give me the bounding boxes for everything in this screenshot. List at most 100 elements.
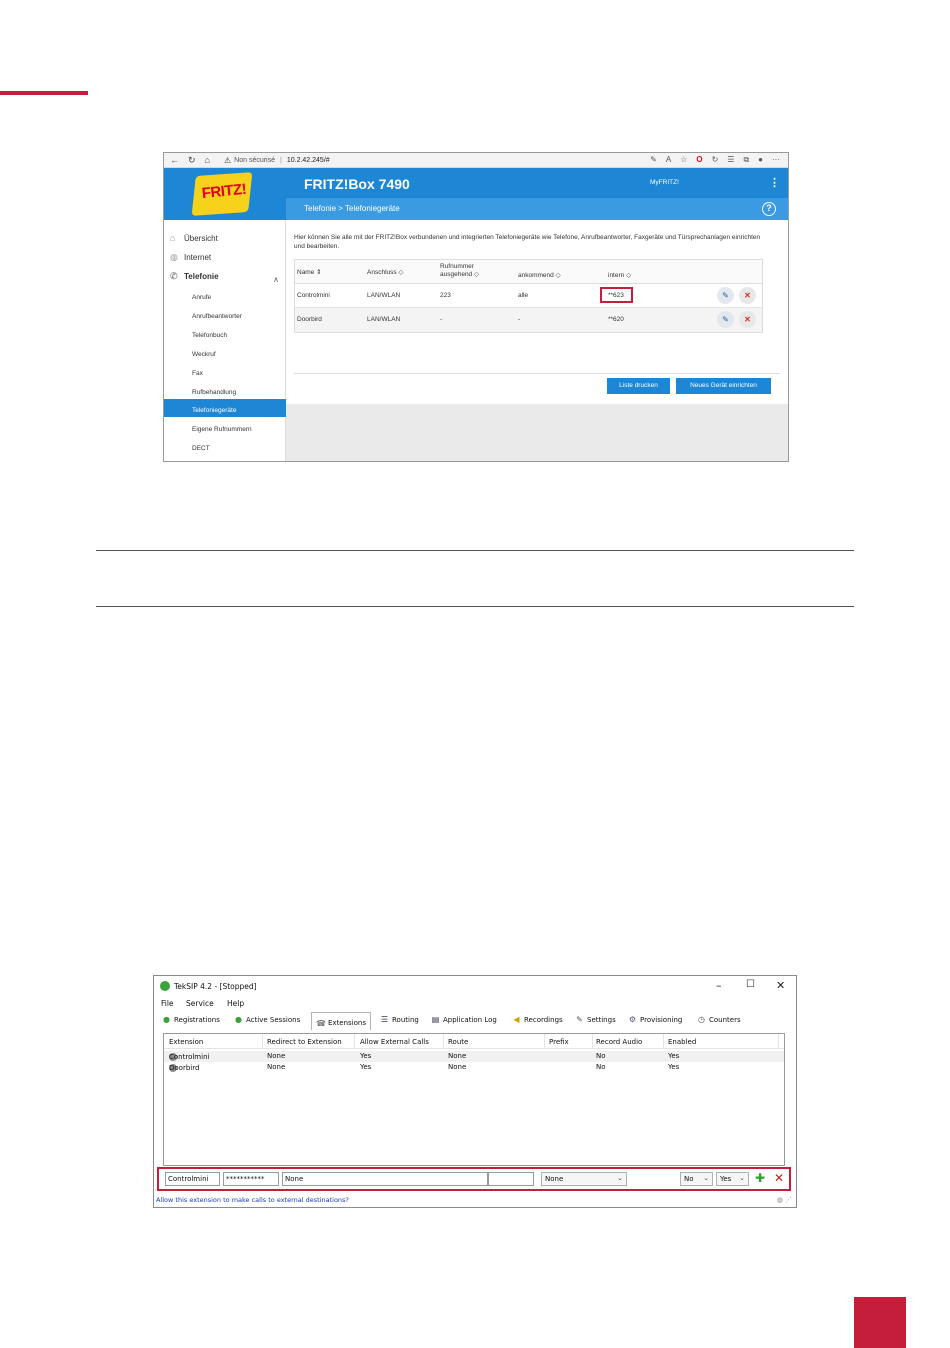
sidebar-item-telefonie[interactable]: ✆ Telefonie xyxy=(170,271,219,282)
settings-icon: ✎ xyxy=(576,1015,583,1024)
sidebar-item-internet[interactable]: ◍ Internet xyxy=(170,252,211,263)
highlight-box xyxy=(600,287,633,303)
minimize-button[interactable]: – xyxy=(716,979,722,992)
edit-icon[interactable]: ✎ xyxy=(717,287,734,304)
cell-ausgehend: 223 xyxy=(440,292,451,299)
routing-icon: ☰ xyxy=(380,1015,389,1024)
edit-icon[interactable]: ✎ xyxy=(717,311,734,328)
col-redirect[interactable]: Redirect to Extension xyxy=(267,1038,342,1046)
menu-help[interactable]: Help xyxy=(227,999,244,1008)
sidebar-subitem-eigene-rufnummern[interactable]: Eigene Rufnummern xyxy=(192,426,252,433)
sidebar-subitem-telefonbuch[interactable]: Telefonbuch xyxy=(192,332,227,339)
breadcrumb-text: Telefonie > Telefoniegeräte xyxy=(304,204,400,213)
tab-settings[interactable]: ✎ Settings xyxy=(575,1015,616,1024)
sidebar-subitem-telefoniegeraete[interactable]: Telefoniegeräte xyxy=(192,407,236,414)
table-row[interactable]: Controlmini None Yes None No Yes xyxy=(164,1051,784,1062)
favorite-icon[interactable]: ☆ xyxy=(680,155,687,165)
table-row[interactable]: Controlmini LAN/WLAN 223 alle **623 ✎ ✕ xyxy=(295,284,762,308)
col-name[interactable]: Name ⇕ xyxy=(297,268,322,276)
provisioning-icon: ⚙ xyxy=(628,1015,637,1024)
col-extension[interactable]: Extension xyxy=(169,1038,203,1046)
sidebar-item-uebersicht[interactable]: ⌂ Übersicht xyxy=(170,233,218,243)
more-icon[interactable]: ··· xyxy=(772,155,780,165)
cell-anschluss: LAN/WLAN xyxy=(367,316,401,323)
print-list-button[interactable]: Liste drucken xyxy=(607,378,670,394)
fritz-logo[interactable]: FRITZ! xyxy=(164,168,286,220)
speaker-icon: ◀ xyxy=(513,1015,520,1024)
home-icon[interactable]: ⌂ xyxy=(205,155,210,166)
app-icon xyxy=(160,981,170,991)
extensions-list: Extension Redirect to Extension Allow Ex… xyxy=(163,1033,785,1166)
address-separator: | xyxy=(280,156,282,164)
col-enabled[interactable]: Enabled xyxy=(668,1038,696,1046)
tab-routing[interactable]: ☰ Routing xyxy=(380,1015,419,1024)
back-icon[interactable]: ← xyxy=(170,155,179,166)
delete-icon[interactable]: ✕ xyxy=(774,1171,784,1185)
route-select[interactable]: None ⌄ xyxy=(541,1172,627,1186)
tab-provisioning[interactable]: ⚙ Provisioning xyxy=(628,1015,682,1024)
menu-file[interactable]: File xyxy=(161,999,174,1008)
chevron-up-icon[interactable]: ∧ xyxy=(273,275,279,284)
favorites-list-icon[interactable]: ☰ xyxy=(727,155,734,165)
window-titlebar: TekSIP 4.2 - [Stopped] – ☐ ✕ xyxy=(154,976,796,998)
close-button[interactable]: ✕ xyxy=(776,979,785,992)
tab-extensions[interactable]: ☎ Extensions xyxy=(311,1012,372,1030)
tab-recordings[interactable]: ◀ Recordings xyxy=(512,1015,562,1024)
col-route[interactable]: Route xyxy=(448,1038,468,1046)
sidebar-subitem-rufbehandlung[interactable]: Rufbehandlung xyxy=(192,389,236,396)
col-prefix[interactable]: Prefix xyxy=(549,1038,569,1046)
enabled-select[interactable]: Yes ⌄ xyxy=(716,1172,749,1186)
tab-application-log[interactable]: ▤ Application Log xyxy=(431,1015,497,1024)
reload-icon[interactable]: ↻ xyxy=(188,155,196,166)
extensions-icon: ☎ xyxy=(316,1018,326,1028)
sidebar-subitem-anrufbeantworter[interactable]: Anrufbeantworter xyxy=(192,313,242,320)
sidebar-subitem-fax[interactable]: Fax xyxy=(192,370,203,377)
sort-icon: ◇ xyxy=(555,272,561,279)
opera-icon[interactable]: O xyxy=(696,155,702,165)
teksip-screenshot: TekSIP 4.2 - [Stopped] – ☐ ✕ File Servic… xyxy=(153,975,797,1208)
col-rufnummer-ausgehend[interactable]: Rufnummer ausgehend ◇ xyxy=(440,263,479,279)
sidebar-subitem-anrufe[interactable]: Anrufe xyxy=(192,294,211,301)
sidebar-subitem-dect[interactable]: DECT xyxy=(192,445,210,452)
extension-field[interactable]: Controlmini xyxy=(165,1172,220,1186)
table-row[interactable]: Doorbird LAN/WLAN - - **620 ✎ ✕ xyxy=(295,308,762,332)
redirect-field[interactable]: None xyxy=(282,1172,488,1186)
table-row[interactable]: Doorbird None Yes None No Yes xyxy=(164,1062,784,1073)
browser-toolbar: ← ↻ ⌂ ⚠ Non sécurisé | 10.2.42.245/# ✎ A… xyxy=(164,153,788,168)
myfritz-link[interactable]: MyFRITZ! xyxy=(650,179,679,186)
resize-grip-icon[interactable]: ◍ ⋰ xyxy=(777,1196,792,1204)
address-bar[interactable]: 10.2.42.245/# xyxy=(287,157,330,164)
maximize-button[interactable]: ☐ xyxy=(746,979,755,990)
pen-icon[interactable]: ✎ xyxy=(650,155,657,165)
col-record-audio[interactable]: Record Audio xyxy=(596,1038,642,1046)
col-ankommend[interactable]: ankommend ◇ xyxy=(518,271,561,279)
main-footer-area xyxy=(286,404,788,461)
delete-icon[interactable]: ✕ xyxy=(739,311,756,328)
tab-counters[interactable]: ◷ Counters xyxy=(697,1015,741,1024)
chevron-down-icon: ⌄ xyxy=(739,1174,745,1182)
home-icon: ⌂ xyxy=(170,233,176,243)
col-anschluss[interactable]: Anschluss ◇ xyxy=(367,268,403,276)
tab-bar: ● Registrations ● Active Sessions ☎ Extensi… xyxy=(154,1012,796,1030)
col-external-calls[interactable]: Allow External Calls xyxy=(360,1038,429,1046)
intro-text: Hier können Sie alle mit der FRITZ!Box v… xyxy=(294,234,761,250)
prefix-field[interactable] xyxy=(488,1172,534,1186)
read-aloud-icon[interactable]: A xyxy=(666,155,671,165)
password-field[interactable]: *********** xyxy=(223,1172,279,1186)
add-icon[interactable]: ✚ xyxy=(755,1171,765,1185)
menu-dots-icon[interactable]: ⋮ xyxy=(769,176,780,189)
tab-registrations[interactable]: ● Registrations xyxy=(162,1015,220,1024)
chevron-down-icon: ⌄ xyxy=(617,1174,623,1182)
sync-icon[interactable]: ↻ xyxy=(712,155,719,165)
record-audio-select[interactable]: No ⌄ xyxy=(680,1172,713,1186)
new-device-button[interactable]: Neues Gerät einrichten xyxy=(676,378,771,394)
sidebar-subitem-weckruf[interactable]: Weckruf xyxy=(192,351,216,358)
profile-icon[interactable]: ● xyxy=(758,155,763,165)
collections-icon[interactable]: ⧉ xyxy=(743,155,749,165)
cell-ausgehend: - xyxy=(440,316,443,323)
tab-active-sessions[interactable]: ● Active Sessions xyxy=(234,1015,300,1024)
delete-icon[interactable]: ✕ xyxy=(739,287,756,304)
col-intern[interactable]: intern ◇ xyxy=(608,271,631,279)
help-icon[interactable]: ? xyxy=(762,202,776,216)
menu-service[interactable]: Service xyxy=(186,999,214,1008)
